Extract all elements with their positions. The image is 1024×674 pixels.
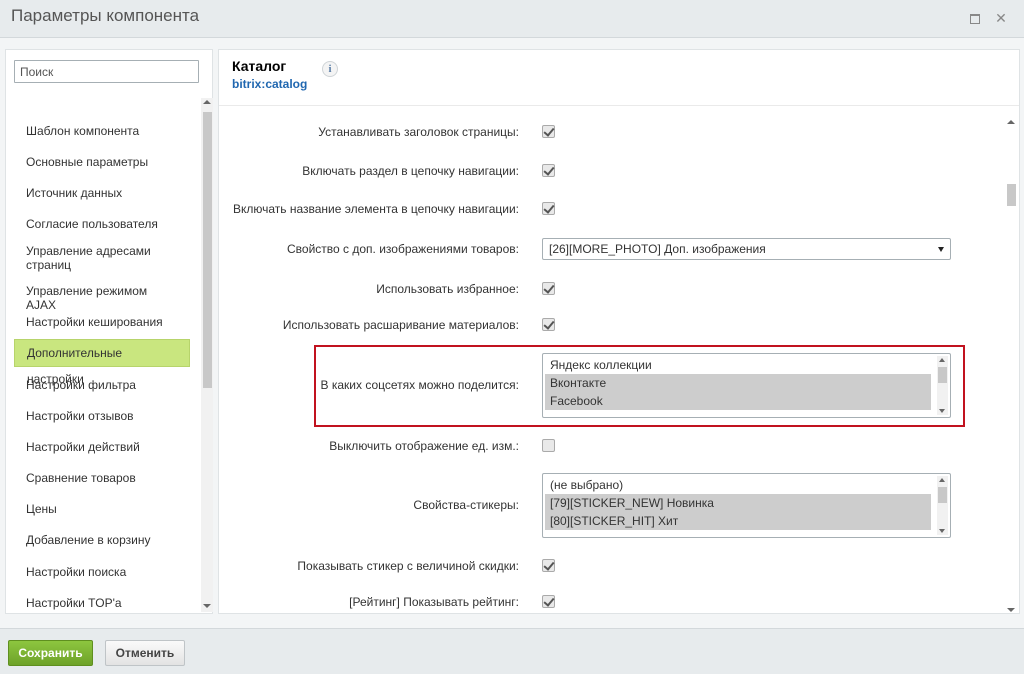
scroll-down-icon[interactable]	[939, 529, 945, 533]
sidebar-item-additional[interactable]: Дополнительные настройки	[14, 339, 190, 386]
sidebar-item-data-source[interactable]: Источник данных	[14, 186, 190, 200]
sidebar-item-url-management[interactable]: Управление адресами страниц	[14, 244, 190, 272]
sidebar-item-add-to-cart[interactable]: Добавление в корзину	[14, 533, 190, 547]
window-titlebar: Параметры компонента ✕	[0, 0, 1024, 38]
sidebar-item-search-settings[interactable]: Настройки поиска	[14, 565, 190, 579]
sidebar-item-top[interactable]: Настройки TOP'а	[14, 596, 190, 610]
listbox-scrollbar[interactable]	[937, 476, 948, 535]
scrollbar-thumb[interactable]	[203, 112, 212, 388]
cancel-button[interactable]: Отменить	[105, 640, 185, 666]
scroll-up-icon[interactable]	[203, 100, 211, 104]
dialog-footer: Сохранить Отменить	[0, 628, 1024, 674]
maximize-icon[interactable]	[968, 11, 982, 25]
set-page-title-checkbox[interactable]	[542, 125, 555, 138]
sidebar-item-ajax[interactable]: Управление режимом AJAX	[14, 284, 190, 312]
sidebar-item-reviews[interactable]: Настройки отзывов	[14, 409, 190, 423]
element-in-nav-chain-checkbox[interactable]	[542, 202, 555, 215]
sidebar-item-filter[interactable]: Настройки фильтра	[14, 378, 190, 392]
hide-measure-checkbox[interactable]	[542, 439, 555, 452]
use-favorites-checkbox[interactable]	[542, 282, 555, 295]
section-in-nav-chain-checkbox[interactable]	[542, 164, 555, 177]
sticker-properties-listbox[interactable]: (не выбрано) [79][STICKER_NEW] Новинка […	[542, 473, 951, 538]
listbox-option[interactable]: [80][STICKER_HIT] Хит	[545, 512, 931, 530]
window-title: Параметры компонента	[11, 6, 200, 25]
sidebar-item-user-consent[interactable]: Согласие пользователя	[14, 217, 190, 231]
content-scrollbar[interactable]	[1005, 120, 1017, 612]
scrollbar-thumb[interactable]	[1007, 184, 1016, 206]
sidebar-item-caching[interactable]: Настройки кеширования	[14, 315, 190, 329]
sidebar: Шаблон компонента Основные параметры Ист…	[5, 49, 213, 614]
setting-label: Выключить отображение ед. изм.:	[329, 439, 519, 453]
sidebar-scrollbar[interactable]	[201, 98, 213, 612]
sidebar-item-main-params[interactable]: Основные параметры	[14, 155, 190, 169]
scroll-up-icon[interactable]	[939, 478, 945, 482]
show-rating-checkbox[interactable]	[542, 595, 555, 608]
setting-label: Свойство с доп. изображениями товаров:	[287, 242, 519, 256]
divider	[219, 105, 1019, 106]
discount-sticker-checkbox[interactable]	[542, 559, 555, 572]
sidebar-item-compare[interactable]: Сравнение товаров	[14, 471, 190, 485]
search-input[interactable]	[14, 60, 199, 83]
sidebar-item-prices[interactable]: Цены	[14, 502, 190, 516]
setting-label: Использовать избранное:	[376, 282, 519, 296]
more-photo-select[interactable]: [26][MORE_PHOTO] Доп. изображения	[542, 238, 951, 260]
listbox-option[interactable]: [79][STICKER_NEW] Новинка	[545, 494, 931, 512]
scrollbar-thumb[interactable]	[938, 487, 947, 503]
sidebar-item-actions[interactable]: Настройки действий	[14, 440, 190, 454]
setting-label: [Рейтинг] Показывать рейтинг:	[349, 595, 519, 609]
setting-label: Включать название элемента в цепочку нав…	[232, 202, 519, 216]
setting-label: Устанавливать заголовок страницы:	[318, 125, 519, 139]
component-title: Каталог	[232, 58, 287, 74]
settings-panel: Каталог i bitrix:catalog Устанавливать з…	[218, 49, 1020, 614]
save-button[interactable]: Сохранить	[8, 640, 93, 666]
sidebar-item-template[interactable]: Шаблон компонента	[14, 124, 190, 138]
use-sharing-checkbox[interactable]	[542, 318, 555, 331]
dialog-body: Шаблон компонента Основные параметры Ист…	[0, 38, 1024, 628]
setting-label: Показывать стикер с величиной скидки:	[297, 559, 519, 573]
chevron-down-icon	[938, 247, 944, 252]
scroll-down-icon[interactable]	[1007, 608, 1015, 612]
info-icon[interactable]: i	[322, 61, 338, 77]
setting-label: Включать раздел в цепочку навигации:	[302, 164, 519, 178]
setting-label: Свойства-стикеры:	[413, 498, 519, 512]
highlight-annotation	[314, 345, 965, 427]
setting-label: Использовать расшаривание материалов:	[282, 318, 519, 332]
scroll-down-icon[interactable]	[203, 604, 211, 608]
select-value: [26][MORE_PHOTO] Доп. изображения	[549, 242, 766, 256]
scroll-up-icon[interactable]	[1007, 120, 1015, 124]
listbox-option[interactable]: (не выбрано)	[545, 476, 931, 494]
component-code: bitrix:catalog	[232, 77, 308, 91]
close-icon[interactable]: ✕	[994, 11, 1008, 25]
